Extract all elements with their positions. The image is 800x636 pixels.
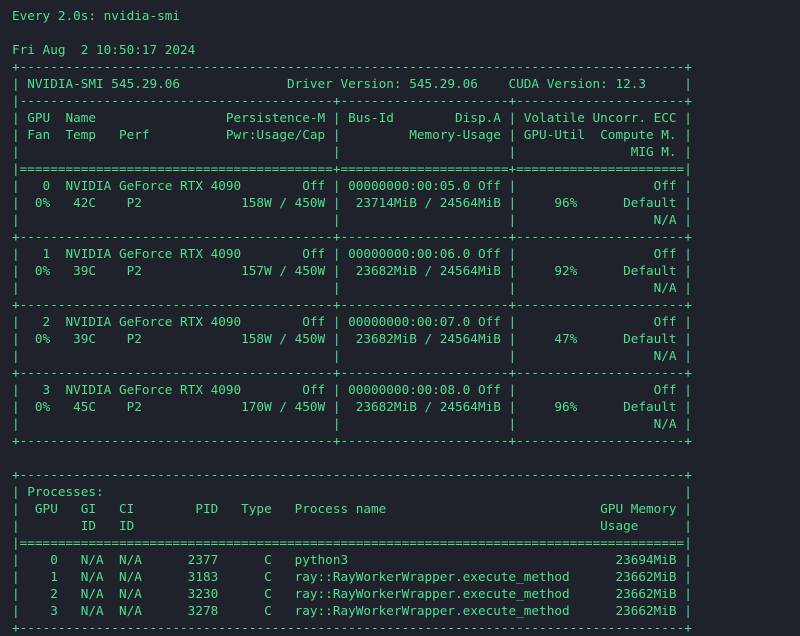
gpu-header-row: | | | MIG M. | [12, 144, 692, 159]
table-separator: |=======================================… [12, 161, 692, 176]
gpu-1-row: | 0% 39C P2 157W / 450W | 23682MiB / 245… [12, 263, 692, 278]
table-border: +---------------------------------------… [12, 433, 692, 448]
gpu-3-row: | 3 NVIDIA GeForce RTX 4090 Off | 000000… [12, 382, 692, 397]
table-border: +---------------------------------------… [12, 59, 692, 74]
gpu-0-row: | 0 NVIDIA GeForce RTX 4090 Off | 000000… [12, 178, 692, 193]
table-separator: |---------------------------------------… [12, 93, 692, 108]
gpu-header-row: | GPU Name Persistence-M | Bus-Id Disp.A… [12, 110, 692, 125]
timestamp: Fri Aug 2 10:50:17 2024 [12, 42, 196, 57]
version-info: | NVIDIA-SMI 545.29.06 Driver Version: 5… [12, 76, 692, 91]
gpu-0-row: | | | N/A | [12, 212, 692, 227]
gpu-header-row: | Fan Temp Perf Pwr:Usage/Cap | Memory-U… [12, 127, 692, 142]
table-separator: +---------------------------------------… [12, 297, 692, 312]
table-separator: |=======================================… [12, 535, 692, 550]
table-border: +---------------------------------------… [12, 467, 692, 482]
table-border: +---------------------------------------… [12, 620, 692, 635]
processes-header: | ID ID Usage | [12, 518, 692, 533]
gpu-2-row: | | | N/A | [12, 348, 692, 363]
processes-title: | Processes: | [12, 484, 692, 499]
process-row: | 2 N/A N/A 3230 C ray::RayWorkerWrapper… [12, 586, 692, 601]
process-row: | 0 N/A N/A 2377 C python3 23694MiB | [12, 552, 692, 567]
gpu-1-row: | | | N/A | [12, 280, 692, 295]
table-separator: +---------------------------------------… [12, 365, 692, 380]
gpu-2-row: | 0% 39C P2 158W / 450W | 23682MiB / 245… [12, 331, 692, 346]
process-row: | 1 N/A N/A 3183 C ray::RayWorkerWrapper… [12, 569, 692, 584]
gpu-3-row: | | | N/A | [12, 416, 692, 431]
gpu-1-row: | 1 NVIDIA GeForce RTX 4090 Off | 000000… [12, 246, 692, 261]
process-row: | 3 N/A N/A 3278 C ray::RayWorkerWrapper… [12, 603, 692, 618]
processes-header: | GPU GI CI PID Type Process name GPU Me… [12, 501, 692, 516]
gpu-3-row: | 0% 45C P2 170W / 450W | 23682MiB / 245… [12, 399, 692, 414]
gpu-0-row: | 0% 42C P2 158W / 450W | 23714MiB / 245… [12, 195, 692, 210]
watch-header: Every 2.0s: nvidia-smi [12, 8, 181, 23]
terminal-output[interactable]: Every 2.0s: nvidia-smi Fri Aug 2 10:50:1… [0, 0, 800, 636]
gpu-2-row: | 2 NVIDIA GeForce RTX 4090 Off | 000000… [12, 314, 692, 329]
table-separator: +---------------------------------------… [12, 229, 692, 244]
